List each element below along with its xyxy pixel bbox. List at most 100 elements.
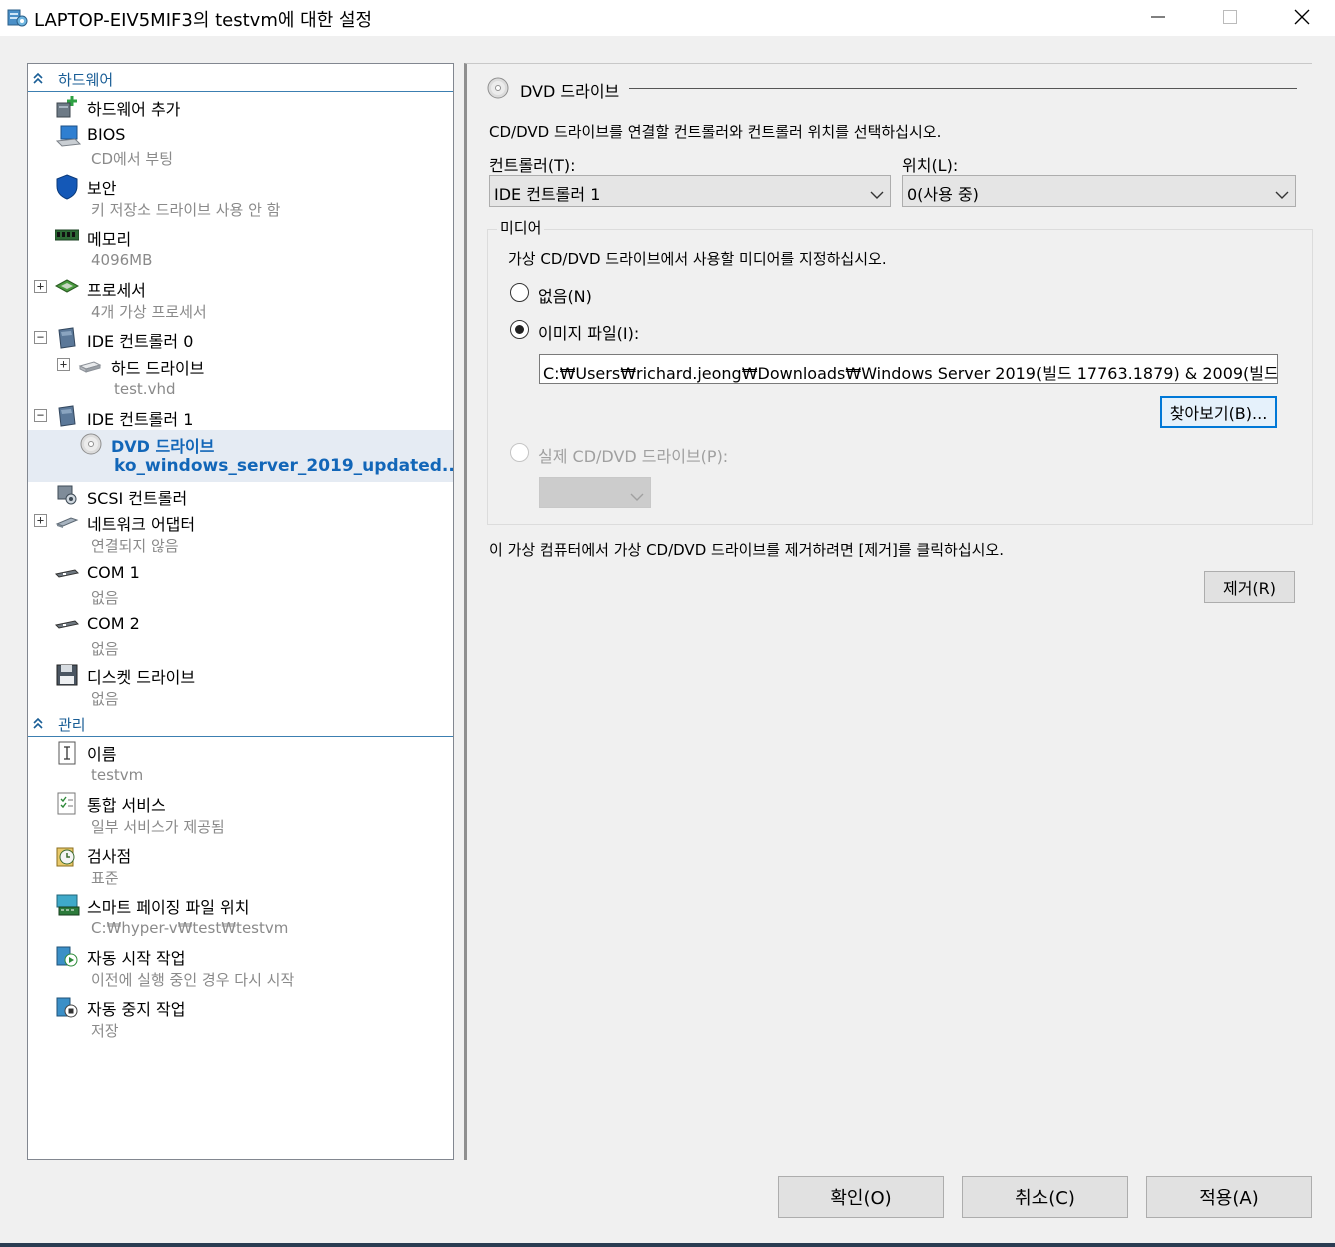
dvd-disc-icon: [486, 76, 510, 104]
collapse-minus-icon[interactable]: −: [34, 331, 47, 344]
section-hardware[interactable]: 하드웨어: [28, 64, 453, 92]
tree-item-auto-stop[interactable]: 자동 중지 작업 저장: [28, 993, 453, 1043]
controller-select-value: IDE 컨트롤러 1: [494, 185, 601, 204]
media-image-label[interactable]: 이미지 파일(I):: [538, 320, 639, 344]
minimize-button[interactable]: [1122, 0, 1194, 34]
title-bar: LAPTOP-EIV5MIF3의 testvm에 대한 설정: [0, 0, 1335, 36]
section-hardware-label: 하드웨어: [58, 71, 114, 89]
expand-plus-icon[interactable]: +: [34, 514, 47, 527]
media-image-radio[interactable]: [510, 320, 529, 339]
com-port-icon: [54, 566, 80, 590]
tree-item-label: 하드 드라이브: [111, 359, 205, 378]
panel-title: DVD 드라이브: [520, 82, 620, 101]
minimize-icon: [1151, 16, 1165, 18]
tree-item-dvd-drive[interactable]: DVD 드라이브 ko_windows_server_2019_updated.…: [28, 430, 453, 482]
tree-item-com1[interactable]: COM 1 없음: [28, 560, 453, 610]
location-select[interactable]: 0(사용 중): [902, 175, 1296, 207]
image-path-field[interactable]: C:₩Users₩richard.jeong₩Downloads₩Windows…: [539, 354, 1278, 384]
tree-item-label: 검사점: [87, 847, 132, 866]
controller-select[interactable]: IDE 컨트롤러 1: [489, 175, 891, 207]
location-label: 위치(L):: [902, 156, 959, 175]
section-management-label: 관리: [58, 716, 86, 734]
tree-item-bios[interactable]: BIOS CD에서 부팅: [28, 122, 453, 172]
detail-panel: DVD 드라이브 CD/DVD 드라이브를 연결할 컨트롤러와 컨트롤러 위치를…: [464, 63, 1313, 1160]
tree-item-label: 스마트 페이징 파일 위치: [87, 898, 250, 917]
tree-item-network-adapter[interactable]: + 네트워크 어댑터 연결되지 않음: [28, 508, 453, 558]
tree-item-memory[interactable]: 메모리 4096MB: [28, 223, 453, 273]
media-none-label[interactable]: 없음(N): [538, 283, 592, 307]
tree-item-sublabel: 저장: [91, 1022, 119, 1040]
tree-item-smart-paging[interactable]: 스마트 페이징 파일 위치 C:₩hyper-v₩test₩testvm: [28, 891, 453, 941]
remove-button[interactable]: 제거(R): [1204, 571, 1295, 603]
collapse-minus-icon[interactable]: −: [34, 409, 47, 422]
tree-item-sublabel: C:₩hyper-v₩test₩testvm: [91, 919, 289, 937]
tree-item-label: 이름: [87, 745, 117, 764]
media-legend: 미디어: [497, 217, 545, 238]
tree-item-label: COM 2: [87, 614, 140, 633]
tree-item-sublabel: 없음: [91, 690, 119, 708]
tree-item-sublabel: 없음: [91, 640, 119, 658]
tree-item-checkpoint[interactable]: 검사점 표준: [28, 840, 453, 890]
integration-services-icon: [55, 791, 79, 815]
cancel-button[interactable]: 취소(C): [962, 1176, 1128, 1218]
tree-item-label: 통합 서비스: [87, 796, 166, 815]
tree-item-sublabel: 4개 가상 프로세서: [91, 303, 207, 321]
tree-item-scsi-controller[interactable]: SCSI 컨트롤러: [28, 482, 453, 509]
tree-item-sublabel: 4096MB: [91, 251, 153, 269]
add-hardware-icon: [55, 95, 79, 119]
tree-item-floppy-drive[interactable]: 디스켓 드라이브 없음: [28, 661, 453, 711]
apply-button[interactable]: 적용(A): [1146, 1176, 1312, 1218]
media-physical-label[interactable]: 실제 CD/DVD 드라이브(P):: [538, 443, 728, 467]
tree-item-sublabel: 표준: [91, 869, 119, 887]
smart-paging-icon: [55, 893, 80, 917]
tree-item-label: IDE 컨트롤러 0: [87, 332, 194, 351]
tree-item-label: IDE 컨트롤러 1: [87, 410, 194, 429]
tree-item-sublabel: 키 저장소 드라이브 사용 안 함: [91, 201, 281, 219]
chevron-down-icon: [870, 185, 884, 204]
title-divider: [629, 88, 1297, 89]
tree-item-label: 프로세서: [87, 281, 146, 300]
checkpoint-clock-icon: [55, 842, 79, 867]
media-physical-radio[interactable]: [510, 443, 529, 462]
dvd-disc-icon: [79, 432, 103, 456]
browse-button[interactable]: 찾아보기(B)...: [1160, 396, 1277, 428]
tree-item-label: 네트워크 어댑터: [87, 515, 196, 534]
tree-item-name[interactable]: 이름 testvm: [28, 738, 453, 788]
auto-stop-icon: [55, 995, 79, 1019]
collapse-chevron-icon[interactable]: [31, 70, 45, 89]
ok-button[interactable]: 확인(O): [778, 1176, 944, 1218]
image-path-value: C:₩Users₩richard.jeong₩Downloads₩Windows…: [543, 364, 1278, 383]
memory-icon: [54, 227, 80, 251]
tree-item-sublabel: CD에서 부팅: [91, 150, 173, 168]
collapse-chevron-icon[interactable]: [31, 715, 45, 734]
tree-item-label: 자동 중지 작업: [87, 1000, 186, 1019]
expand-plus-icon[interactable]: +: [57, 358, 70, 371]
tree-item-processor[interactable]: + 프로세서 4개 가상 프로세서: [28, 274, 453, 324]
expand-plus-icon[interactable]: +: [34, 280, 47, 293]
tree-item-hard-drive[interactable]: + 하드 드라이브 test.vhd: [28, 352, 453, 402]
media-none-radio[interactable]: [510, 283, 529, 302]
com-port-icon: [54, 617, 80, 641]
physical-drive-select[interactable]: [539, 477, 651, 508]
tree-item-ide-controller-0[interactable]: − IDE 컨트롤러 0: [28, 325, 453, 352]
ide-controller-icon: [55, 326, 79, 350]
name-text-icon: [55, 740, 79, 765]
tree-item-sublabel: ko_windows_server_2019_updated...: [114, 456, 454, 476]
section-management[interactable]: 관리: [28, 709, 453, 737]
tree-item-com2[interactable]: COM 2 없음: [28, 611, 453, 661]
close-button[interactable]: [1266, 0, 1335, 34]
tree-item-security[interactable]: 보안 키 저장소 드라이브 사용 안 함: [28, 172, 453, 222]
floppy-disk-icon: [55, 663, 79, 687]
settings-tree[interactable]: 하드웨어 하드웨어 추가 BIOS CD에서 부팅 보안 키 저장소 드라이브 …: [27, 63, 454, 1160]
remove-description: 이 가상 컴퓨터에서 가상 CD/DVD 드라이브를 제거하려면 [제거]를 클…: [489, 541, 1004, 559]
tree-item-label: DVD 드라이브: [111, 437, 215, 456]
tree-item-sublabel: 이전에 실행 중인 경우 다시 시작: [91, 971, 295, 989]
tree-item-ide-controller-1[interactable]: − IDE 컨트롤러 1: [28, 403, 453, 430]
maximize-button[interactable]: [1194, 0, 1266, 34]
tree-item-add-hardware[interactable]: 하드웨어 추가: [28, 93, 453, 121]
tree-item-label: SCSI 컨트롤러: [87, 489, 188, 508]
window-title: LAPTOP-EIV5MIF3의 testvm에 대한 설정: [34, 10, 373, 31]
tree-item-auto-start[interactable]: 자동 시작 작업 이전에 실행 중인 경우 다시 시작: [28, 942, 453, 992]
tree-item-integration-services[interactable]: 통합 서비스 일부 서비스가 제공됨: [28, 789, 453, 839]
tree-item-sublabel: testvm: [91, 766, 144, 784]
